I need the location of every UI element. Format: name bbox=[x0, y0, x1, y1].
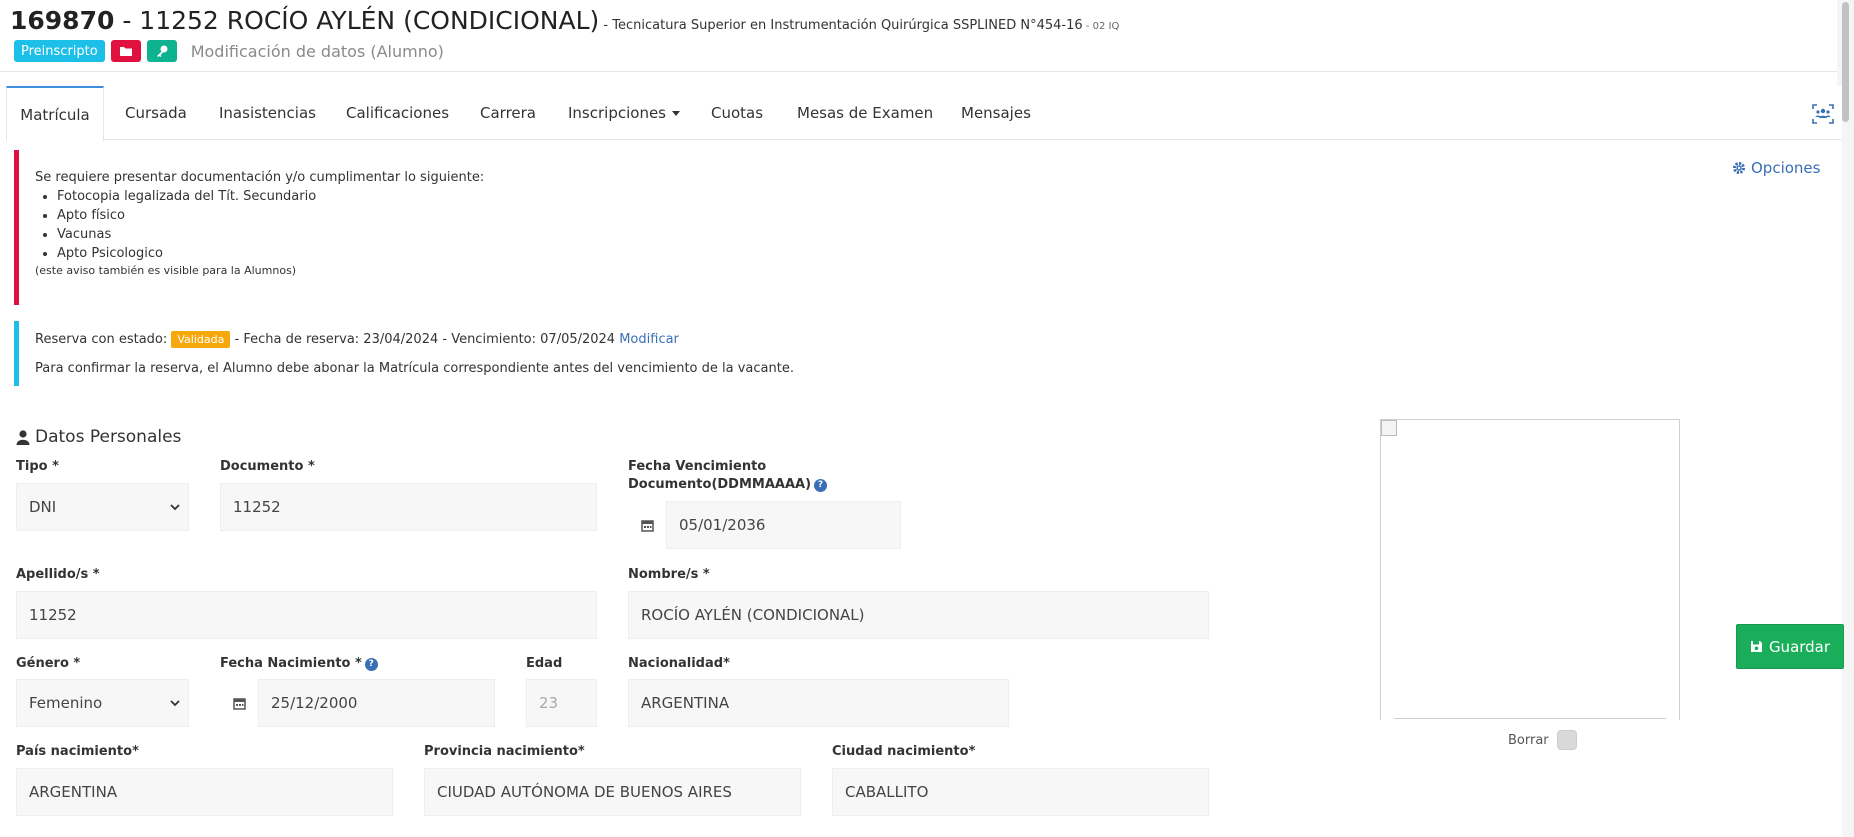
reservation-line: Reserva con estado: Validada - Fecha de … bbox=[35, 331, 679, 348]
nombre-input[interactable]: ROCÍO AYLÉN (CONDICIONAL) bbox=[628, 591, 1209, 639]
tab-inscripciones[interactable]: Inscripciones bbox=[568, 86, 680, 140]
apellido-label: Apellido/s * bbox=[16, 567, 100, 582]
ciudad-input[interactable]: CABALLITO bbox=[832, 768, 1209, 816]
delete-photo: Borrar bbox=[1508, 730, 1577, 750]
reservation-alert: Reserva con estado: Validada - Fecha de … bbox=[14, 321, 814, 386]
alert-list: Fotocopia legalizada del Tít. Secundario… bbox=[19, 187, 316, 263]
tipo-select[interactable]: DNI bbox=[16, 483, 189, 531]
genero-select[interactable]: Femenino bbox=[16, 679, 189, 727]
reservation-note: Para confirmar la reserva, el Alumno deb… bbox=[35, 361, 794, 376]
documento-input[interactable]: 11252 bbox=[220, 483, 597, 531]
career-name: - Tecnicatura Superior en Instrumentació… bbox=[599, 18, 1083, 33]
chevron-down-icon bbox=[170, 503, 180, 510]
delete-photo-label: Borrar bbox=[1508, 732, 1549, 748]
calendar-icon[interactable] bbox=[220, 679, 258, 727]
student-name: 11252 ROCÍO AYLÉN (CONDICIONAL) bbox=[139, 6, 600, 35]
people-scan-icon[interactable] bbox=[1812, 104, 1834, 124]
caret-down-icon bbox=[672, 110, 680, 116]
section-title-label: Datos Personales bbox=[35, 427, 182, 447]
tab-matricula[interactable]: Matrícula bbox=[6, 86, 104, 141]
help-icon[interactable]: ? bbox=[814, 478, 828, 492]
scrollbar-thumb[interactable] bbox=[1842, 2, 1849, 122]
tab-cuotas[interactable]: Cuotas bbox=[711, 86, 763, 140]
user-icon bbox=[16, 429, 30, 445]
pais-label: País nacimiento* bbox=[16, 744, 139, 759]
tab-inasistencias[interactable]: Inasistencias bbox=[219, 86, 316, 140]
tab-inscripciones-label: Inscripciones bbox=[568, 104, 666, 122]
list-item: Apto físico bbox=[57, 206, 316, 225]
tipo-label: Tipo * bbox=[16, 459, 59, 474]
provincia-input[interactable]: CIUDAD AUTÓNOMA DE BUENOS AIRES bbox=[424, 768, 801, 816]
options-link[interactable]: Opciones bbox=[1732, 159, 1820, 177]
nacimiento-label-text: Fecha Nacimiento * bbox=[220, 656, 362, 671]
alert-intro: Se requiere presentar documentación y/o … bbox=[35, 170, 485, 185]
key-icon[interactable] bbox=[146, 40, 177, 62]
folder-icon[interactable] bbox=[110, 40, 141, 62]
student-id: 169870 bbox=[10, 6, 115, 35]
pais-input[interactable]: ARGENTINA bbox=[16, 768, 393, 816]
reservation-prefix: Reserva con estado: bbox=[35, 332, 168, 347]
tab-carrera[interactable]: Carrera bbox=[480, 86, 536, 140]
nacionalidad-input[interactable]: ARGENTINA bbox=[628, 679, 1009, 727]
photo-border-bottom bbox=[1394, 718, 1666, 719]
page-header: 169870 - 11252 ROCÍO AYLÉN (CONDICIONAL)… bbox=[0, 0, 1854, 72]
documento-label: Documento * bbox=[220, 459, 315, 474]
genero-label: Género * bbox=[16, 656, 81, 671]
tab-cursada[interactable]: Cursada bbox=[125, 86, 187, 140]
tab-mesas-de-examen[interactable]: Mesas de Examen bbox=[797, 86, 933, 140]
tab-calificaciones[interactable]: Calificaciones bbox=[346, 86, 449, 140]
tab-bar: Matrícula Cursada Inasistencias Califica… bbox=[6, 86, 1842, 141]
genero-value: Femenino bbox=[29, 694, 103, 712]
alert-note: (este aviso también es visible para la A… bbox=[35, 264, 297, 277]
nacionalidad-label: Nacionalidad* bbox=[628, 656, 730, 671]
gear-icon bbox=[1733, 162, 1745, 174]
ciudad-label: Ciudad nacimiento* bbox=[832, 744, 976, 759]
badge-row: Preinscripto Modificación de datos (Alum… bbox=[14, 40, 444, 62]
title-separator: - bbox=[114, 6, 140, 35]
chevron-down-icon bbox=[170, 699, 180, 706]
list-item: Vacunas bbox=[57, 225, 316, 244]
list-item: Apto Psicologico bbox=[57, 244, 316, 263]
page-title: 169870 - 11252 ROCÍO AYLÉN (CONDICIONAL)… bbox=[10, 6, 1119, 35]
page-subtitle: Modificación de datos (Alumno) bbox=[190, 41, 444, 61]
section-title-personal: Datos Personales bbox=[16, 427, 181, 447]
list-item: Fotocopia legalizada del Tít. Secundario bbox=[57, 187, 316, 206]
nombre-label: Nombre/s * bbox=[628, 567, 710, 582]
documentation-alert: Se requiere presentar documentación y/o … bbox=[14, 150, 534, 305]
edad-label: Edad bbox=[526, 656, 563, 671]
vencimiento-label: Fecha Vencimiento Documento(DDMMAAAA)? bbox=[628, 458, 828, 494]
reservation-details: - Fecha de reserva: 23/04/2024 - Vencimi… bbox=[230, 332, 620, 347]
tipo-value: DNI bbox=[29, 498, 57, 516]
reservation-status-badge: Validada bbox=[171, 331, 231, 348]
edad-input: 23 bbox=[526, 679, 597, 727]
provincia-label: Provincia nacimiento* bbox=[424, 744, 585, 759]
tab-mensajes[interactable]: Mensajes bbox=[961, 86, 1031, 140]
nacimiento-label: Fecha Nacimiento *? bbox=[220, 655, 378, 673]
student-photo[interactable] bbox=[1380, 420, 1680, 720]
floppy-disk-icon bbox=[1750, 641, 1762, 652]
calendar-icon[interactable] bbox=[628, 501, 666, 549]
vencimiento-label-line2: Documento(DDMMAAAA) bbox=[628, 477, 812, 492]
status-badge: Preinscripto bbox=[14, 40, 105, 62]
help-icon[interactable]: ? bbox=[364, 657, 378, 671]
save-label: Guardar bbox=[1768, 637, 1831, 656]
broken-image-icon bbox=[1381, 420, 1397, 436]
apellido-input[interactable]: 11252 bbox=[16, 591, 597, 639]
options-label: Opciones bbox=[1751, 159, 1821, 177]
delete-photo-checkbox[interactable] bbox=[1556, 730, 1577, 750]
save-button[interactable]: Guardar bbox=[1736, 624, 1844, 669]
nacimiento-input[interactable]: 25/12/2000 bbox=[258, 679, 495, 727]
modify-link[interactable]: Modificar bbox=[619, 332, 679, 347]
vencimiento-label-line1: Fecha Vencimiento bbox=[628, 459, 767, 474]
career-code: - 02 IQ bbox=[1082, 21, 1120, 32]
vencimiento-input[interactable]: 05/01/2036 bbox=[666, 501, 901, 549]
